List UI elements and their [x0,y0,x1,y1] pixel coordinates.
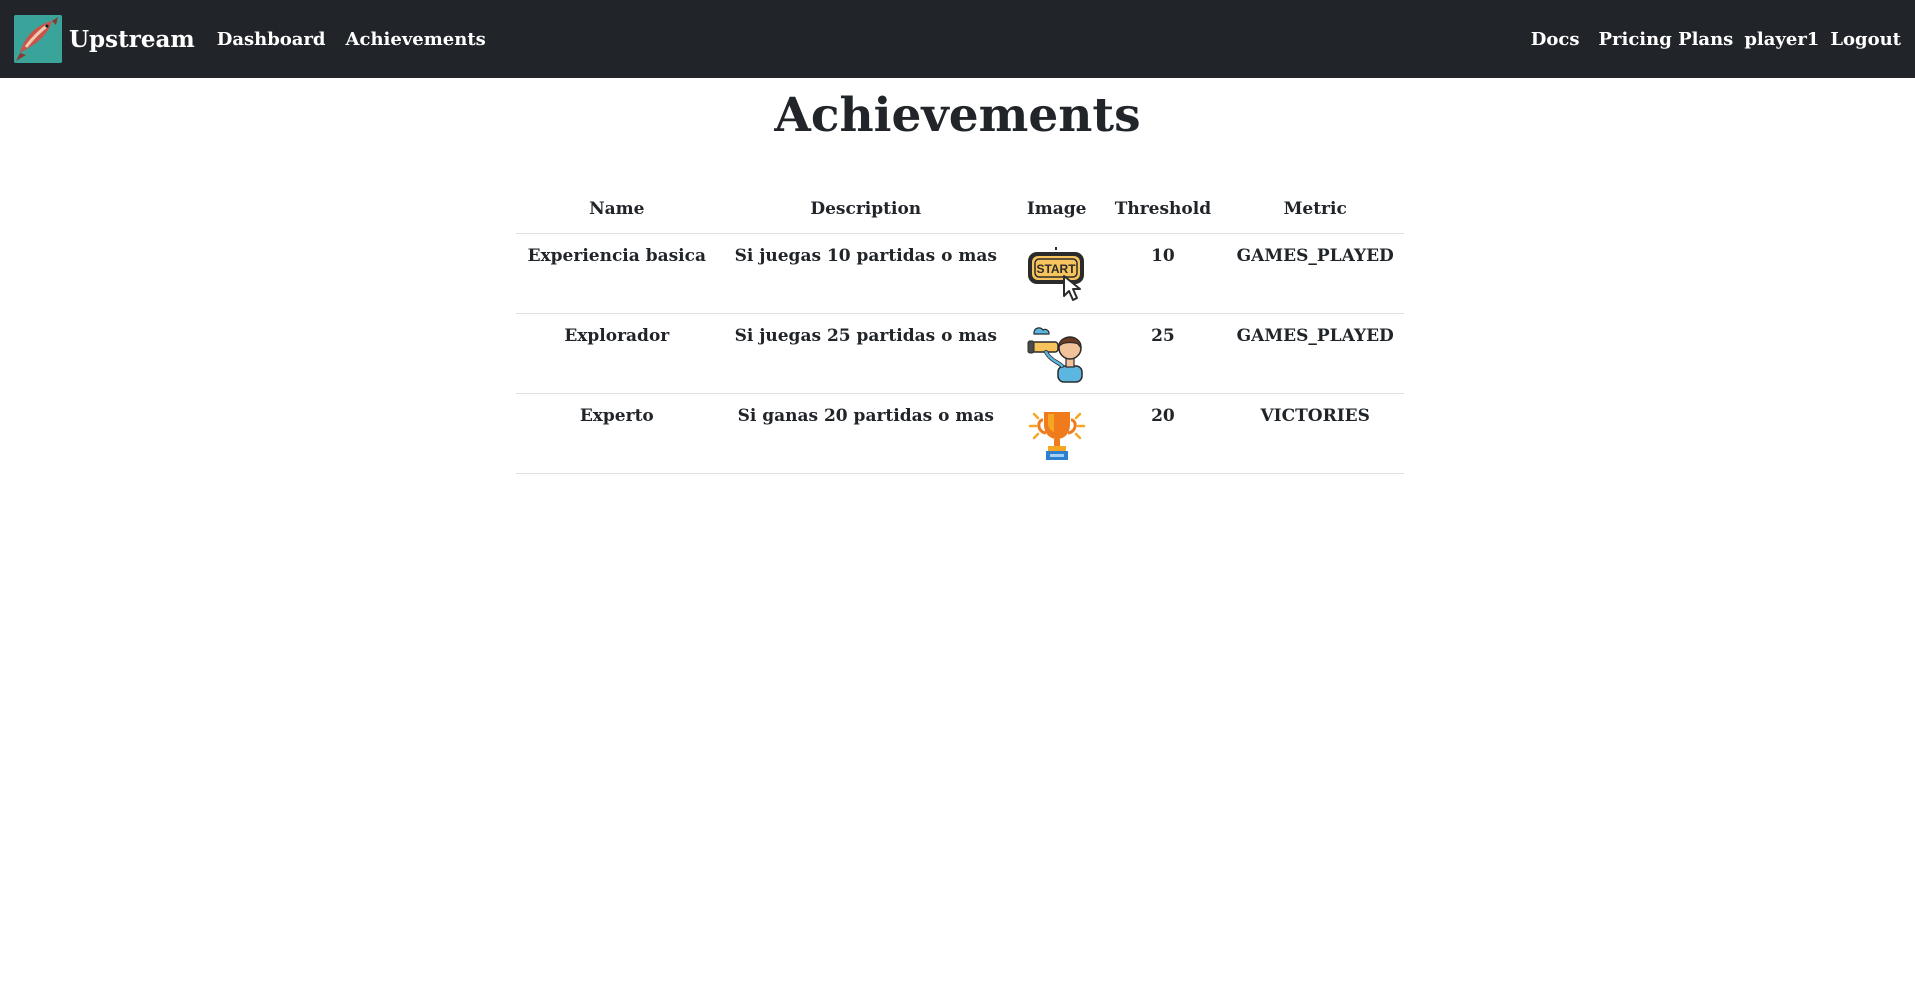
nav-docs-link[interactable]: Docs [1531,29,1580,50]
nav-dashboard-link[interactable]: Dashboard [217,29,326,50]
nav-achievements-link[interactable]: Achievements [346,29,486,50]
table-row: Experto Si ganas 20 partidas o mas 20 VI… [516,393,1404,474]
achievement-metric: VICTORIES [1226,393,1404,474]
achievement-metric: GAMES_PLAYED [1226,313,1404,394]
brand-name: Upstream [69,25,195,53]
achievement-image-cell [1013,313,1100,394]
trophy-icon [1026,402,1088,464]
achievement-description: Si juegas 10 partidas o mas [717,233,1014,314]
table-header-row: Name Description Image Threshold Metric [516,186,1404,234]
achievement-threshold: 25 [1099,313,1227,394]
column-header-metric: Metric [1226,186,1404,234]
achievement-image-cell [1013,393,1100,474]
salmon-logo-icon [14,15,62,63]
column-header-description: Description [717,186,1014,234]
column-header-threshold: Threshold [1099,186,1227,234]
column-header-image: Image [1013,186,1100,234]
achievement-description: Si juegas 25 partidas o mas [717,313,1014,394]
achievement-description: Si ganas 20 partidas o mas [717,393,1014,474]
svg-text:START: START [1036,262,1076,276]
nav-pricing-plans-link[interactable]: Pricing Plans [1598,29,1733,50]
nav-left: Dashboard Achievements [217,29,486,50]
achievement-name: Explorador [516,313,718,394]
table-row: Experiencia basica Si juegas 10 partidas… [516,233,1404,314]
brand-link[interactable]: Upstream [14,15,195,63]
nav-user-link[interactable]: player1 [1744,29,1819,50]
achievements-table-container: Name Description Image Threshold Metric … [516,186,1404,474]
achievement-threshold: 20 [1099,393,1227,474]
achievement-image-cell: START [1013,233,1100,314]
achievements-table: Name Description Image Threshold Metric … [516,186,1404,474]
explorer-binoculars-icon [1026,322,1088,384]
nav-logout-link[interactable]: Logout [1830,29,1901,50]
nav-right: Docs Pricing Plans player1 Logout [1520,29,1901,50]
top-navbar: Upstream Dashboard Achievements Docs Pri… [0,0,1915,78]
achievement-name: Experiencia basica [516,233,718,314]
column-header-name: Name [516,186,718,234]
achievement-name: Experto [516,393,718,474]
achievement-threshold: 10 [1099,233,1227,314]
achievement-metric: GAMES_PLAYED [1226,233,1404,314]
start-button-icon: START [1026,242,1088,304]
page-title: Achievements [774,88,1141,143]
table-row: Explorador Si juegas 25 partidas o mas 2… [516,313,1404,394]
